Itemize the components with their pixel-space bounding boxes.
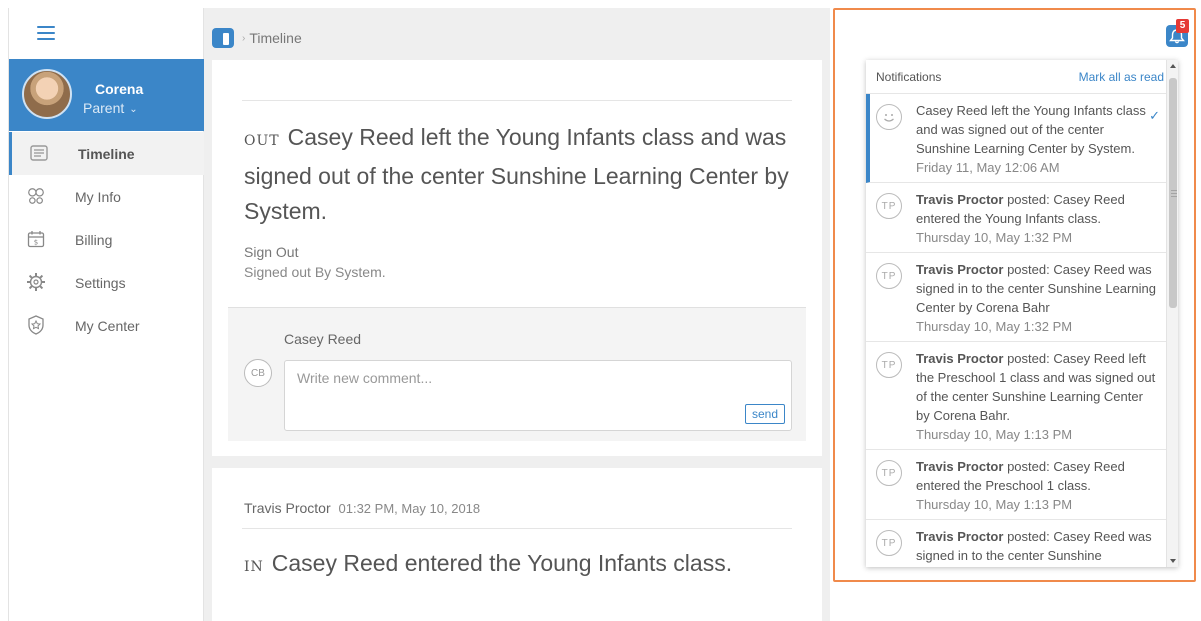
people-icon bbox=[26, 186, 46, 206]
notifications-title: Notifications bbox=[876, 70, 942, 84]
comment-input[interactable] bbox=[284, 360, 792, 431]
timeline-entry: OUT Casey Reed left the Young Infants cla… bbox=[212, 60, 822, 456]
notification-item[interactable]: TP Travis Proctor posted: Casey Reed lef… bbox=[866, 342, 1166, 450]
notifications-list: Casey Reed left the Young Infants class … bbox=[866, 94, 1166, 567]
comment-user: Casey Reed bbox=[284, 331, 362, 347]
notification-text: Travis Proctor posted: Casey Reed entere… bbox=[916, 190, 1160, 228]
sidebar-item-timeline[interactable]: Timeline bbox=[9, 132, 205, 175]
sidebar-item-my-center[interactable]: My Center bbox=[9, 304, 205, 347]
entry-author: Travis Proctor bbox=[244, 500, 331, 516]
timeline-entry: Travis Proctor 01:32 PM, May 10, 2018 IN… bbox=[212, 468, 822, 621]
entry-time: 01:32 PM, May 10, 2018 bbox=[338, 501, 481, 516]
entry-title-text: Casey Reed left the Young Infants class … bbox=[244, 124, 789, 224]
notification-text: Casey Reed left the Young Infants class … bbox=[916, 103, 1146, 156]
scroll-down-icon[interactable] bbox=[1170, 559, 1176, 563]
notification-item[interactable]: Casey Reed left the Young Infants class … bbox=[866, 94, 1166, 183]
notification-item[interactable]: TP Travis Proctor posted: Casey Reed ent… bbox=[866, 183, 1166, 253]
sidebar-item-billing[interactable]: $ Billing bbox=[9, 218, 205, 261]
breadcrumb: › Timeline bbox=[212, 26, 302, 50]
scrollbar[interactable]: — — — bbox=[1166, 60, 1178, 567]
notification-author: Travis Proctor bbox=[916, 529, 1004, 544]
notification-author: Travis Proctor bbox=[916, 459, 1004, 474]
smiley-icon bbox=[876, 104, 902, 130]
sidebar-item-label: Timeline bbox=[78, 145, 135, 162]
entry-type: Sign Out bbox=[244, 244, 299, 260]
scroll-up-icon[interactable] bbox=[1170, 64, 1176, 68]
avatar: TP bbox=[876, 263, 902, 289]
notification-item[interactable]: TP Travis Proctor posted: Casey Reed was… bbox=[866, 520, 1166, 567]
sidebar-item-label: Settings bbox=[75, 274, 126, 291]
entry-title-text: Casey Reed entered the Young Infants cla… bbox=[271, 550, 733, 576]
entry-badge: IN bbox=[244, 559, 264, 575]
chevron-down-icon: ⌄ bbox=[129, 104, 138, 115]
notification-text: Travis Proctor posted: Casey Reed entere… bbox=[916, 457, 1160, 495]
notification-time: Thursday 10, May 1:32 PM bbox=[916, 230, 1073, 245]
scroll-thumb[interactable]: — — — bbox=[1169, 78, 1177, 308]
mark-all-read-link[interactable]: Mark all as read bbox=[1079, 70, 1164, 84]
home-icon[interactable] bbox=[212, 28, 234, 48]
timeline-icon bbox=[29, 143, 49, 163]
notification-author: Travis Proctor bbox=[916, 192, 1004, 207]
notification-text: Travis Proctor posted: Casey Reed left t… bbox=[916, 349, 1160, 425]
badge-icon bbox=[26, 315, 46, 335]
entry-title: OUT Casey Reed left the Young Infants cla… bbox=[244, 120, 804, 229]
svg-text:$: $ bbox=[34, 239, 38, 247]
avatar: TP bbox=[876, 460, 902, 486]
sidebar-nav: Timeline My Info $ Billing Settings My C… bbox=[9, 132, 205, 347]
notification-item[interactable]: TP Travis Proctor posted: Casey Reed ent… bbox=[866, 450, 1166, 520]
notification-count-badge: 5 bbox=[1176, 19, 1189, 33]
sidebar-item-label: My Center bbox=[75, 317, 140, 334]
sidebar-item-my-info[interactable]: My Info bbox=[9, 175, 205, 218]
entry-badge: OUT bbox=[244, 133, 280, 149]
notification-author: Travis Proctor bbox=[916, 262, 1004, 277]
entry-meta: Travis Proctor 01:32 PM, May 10, 2018 bbox=[244, 500, 480, 516]
role-dropdown[interactable]: Parent ⌄ bbox=[83, 100, 138, 116]
user-card: Corena Parent ⌄ bbox=[9, 59, 205, 131]
gear-icon bbox=[26, 272, 46, 292]
notification-time: Friday 11, May 12:06 AM bbox=[916, 160, 1060, 175]
avatar: TP bbox=[876, 193, 902, 219]
entry-detail: Signed out By System. bbox=[244, 264, 386, 280]
notification-text: Travis Proctor posted: Casey Reed was si… bbox=[916, 527, 1160, 565]
notification-item[interactable]: TP Travis Proctor posted: Casey Reed was… bbox=[866, 253, 1166, 342]
role-label: Parent bbox=[83, 100, 125, 116]
check-icon[interactable]: ✓ bbox=[1149, 108, 1160, 124]
notification-time: Thursday 10, May 1:13 PM bbox=[916, 497, 1073, 512]
avatar: CB bbox=[244, 359, 272, 387]
comment-section: Casey Reed CB send bbox=[228, 307, 806, 441]
avatar: TP bbox=[876, 530, 902, 556]
notification-time: Thursday 10, May 1:32 PM bbox=[916, 319, 1073, 334]
send-button[interactable]: send bbox=[745, 404, 785, 424]
divider bbox=[242, 100, 792, 101]
sidebar-item-label: Billing bbox=[75, 231, 113, 248]
notification-author: Travis Proctor bbox=[916, 351, 1004, 366]
notification-text: Travis Proctor posted: Casey Reed was si… bbox=[916, 260, 1160, 317]
grip-icon: — — — bbox=[1171, 188, 1177, 200]
breadcrumb-current: Timeline bbox=[249, 30, 302, 46]
sidebar-item-label: My Info bbox=[75, 188, 121, 205]
menu-icon[interactable] bbox=[37, 26, 55, 40]
entry-title: IN Casey Reed entered the Young Infants c… bbox=[244, 546, 804, 585]
notification-time: Thursday 10, May 1:13 PM bbox=[916, 427, 1073, 442]
avatar bbox=[22, 69, 72, 119]
notifications-header: Notifications Mark all as read bbox=[866, 60, 1166, 94]
sidebar: Corena Parent ⌄ Timeline My Info $ Billin… bbox=[8, 8, 205, 621]
notifications-panel: Notifications Mark all as read Casey Ree… bbox=[866, 60, 1178, 567]
avatar: TP bbox=[876, 352, 902, 378]
user-name: Corena bbox=[95, 81, 144, 97]
sidebar-item-settings[interactable]: Settings bbox=[9, 261, 205, 304]
chevron-right-icon: › bbox=[242, 32, 246, 44]
calendar-icon: $ bbox=[26, 229, 46, 249]
divider bbox=[242, 528, 792, 529]
